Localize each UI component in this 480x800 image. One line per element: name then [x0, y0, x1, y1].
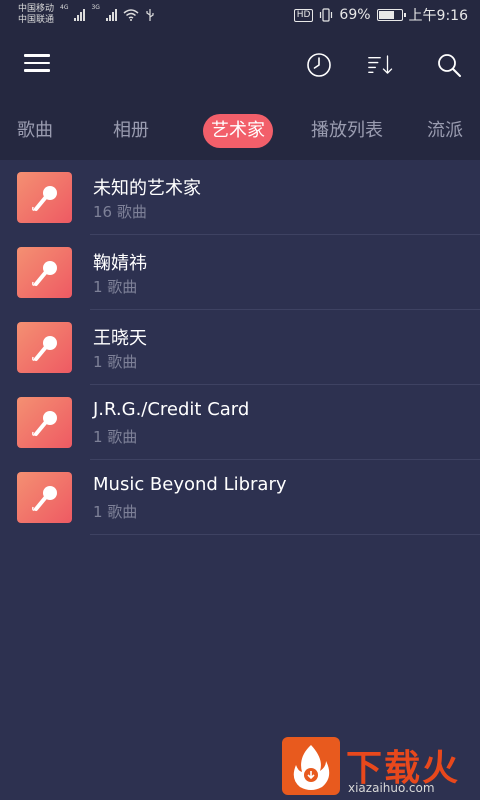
artist-avatar [17, 172, 72, 223]
tab-artists[interactable]: 艺术家 [203, 114, 273, 148]
status-left: 中国移动 中国联通 4G 3G [18, 4, 155, 26]
artist-list: 未知的艺术家 16 歌曲 鞠婧祎 1 歌曲 王晓天 1 歌曲 J.R.G./Cr… [0, 160, 480, 535]
usb-icon [146, 9, 154, 21]
carrier-2: 中国联通 [18, 15, 55, 25]
sort-icon[interactable] [368, 52, 394, 78]
clock-icon[interactable] [306, 52, 332, 78]
artist-avatar [17, 397, 72, 448]
status-time: 上午9:16 [408, 8, 468, 24]
list-item[interactable]: 鞠婧祎 1 歌曲 [0, 235, 480, 310]
status-right: HD 69% 上午9:16 [293, 5, 468, 25]
tab-songs[interactable]: 歌曲 [17, 114, 53, 148]
artist-name: 未知的艺术家 [93, 178, 201, 199]
list-item[interactable]: Music Beyond Library 1 歌曲 [0, 460, 480, 535]
tab-albums[interactable]: 相册 [113, 114, 149, 148]
signal-1-icon [74, 9, 86, 21]
hamburger-menu-icon[interactable] [24, 54, 50, 74]
signal-2-label: 3G [91, 4, 100, 11]
search-icon[interactable] [436, 52, 462, 78]
vibrate-icon [320, 8, 333, 22]
tab-genres[interactable]: 流派 [427, 114, 463, 148]
list-item[interactable]: 王晓天 1 歌曲 [0, 310, 480, 385]
artist-avatar [17, 322, 72, 373]
song-count: 1 歌曲 [93, 428, 138, 446]
watermark-url: xiazaihuo.com [348, 781, 435, 795]
song-count: 1 歌曲 [93, 278, 138, 296]
song-count: 1 歌曲 [93, 353, 138, 371]
hd-badge: HD [293, 8, 314, 22]
category-tabs: 歌曲 相册 艺术家 播放列表 流派 [0, 100, 480, 160]
wifi-icon [123, 9, 139, 21]
artist-name: 鞠婧祎 [93, 253, 147, 274]
artist-avatar [17, 472, 72, 523]
status-bar: 中国移动 中国联通 4G 3G HD 69% 上午9:16 [0, 0, 480, 30]
artist-avatar [17, 247, 72, 298]
microphone-icon [32, 186, 57, 211]
carrier-1: 中国移动 [18, 4, 55, 14]
app-toolbar [0, 30, 480, 100]
song-count: 16 歌曲 [93, 203, 147, 221]
battery-percent: 69% [339, 7, 371, 23]
artist-name: Music Beyond Library [93, 474, 287, 495]
signal-2-icon [105, 9, 117, 21]
signal-1-label: 4G [60, 4, 69, 11]
artist-name: J.R.G./Credit Card [93, 399, 250, 420]
artist-name: 王晓天 [93, 328, 147, 349]
microphone-icon [32, 336, 57, 361]
song-count: 1 歌曲 [93, 503, 138, 521]
list-item[interactable]: 未知的艺术家 16 歌曲 [0, 160, 480, 235]
flame-logo-icon [282, 737, 340, 795]
microphone-icon [32, 411, 57, 436]
list-item[interactable]: J.R.G./Credit Card 1 歌曲 [0, 385, 480, 460]
tab-playlists[interactable]: 播放列表 [311, 114, 383, 148]
carrier-names: 中国移动 中国联通 [18, 4, 54, 26]
watermark: 下载火 xiazaihuo.com [280, 735, 480, 800]
microphone-icon [32, 486, 57, 511]
battery-icon [376, 9, 406, 21]
microphone-icon [32, 261, 57, 286]
